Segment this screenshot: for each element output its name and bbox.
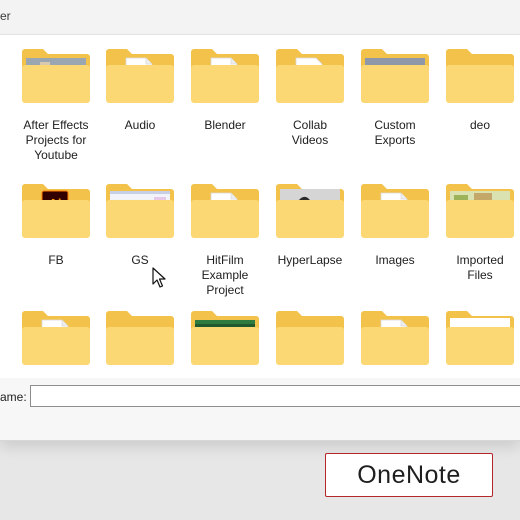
window-title: er: [0, 9, 11, 23]
dialog-footer: ame:: [0, 378, 520, 440]
folder-item[interactable]: Custom Exports: [353, 44, 437, 164]
folder-label: HitFilm Example Project: [201, 253, 249, 297]
folder-label: Images: [375, 253, 415, 267]
folder-icon: [446, 311, 514, 365]
folder-item[interactable]: [14, 306, 98, 379]
folder-item[interactable]: Audio: [98, 44, 182, 164]
folder-label: Imported Files: [456, 253, 504, 282]
folder-icon: [276, 184, 344, 238]
folder-icon: [22, 49, 90, 103]
folder-label: Blender: [204, 118, 246, 132]
folder-icon: [446, 49, 514, 103]
folder-icon: [106, 311, 174, 365]
filename-input[interactable]: [30, 385, 520, 407]
folder-item[interactable]: Blender: [183, 44, 267, 164]
folder-label: deo: [469, 118, 491, 132]
title-bar: er: [0, 0, 520, 35]
folder-item[interactable]: Imported Files: [438, 179, 520, 299]
folder-item[interactable]: After Effects Projects for Youtube: [14, 44, 98, 164]
folder-icon: [361, 49, 429, 103]
folder-icon: [361, 311, 429, 365]
folder-label: Custom Exports: [374, 118, 416, 147]
folder-item[interactable]: Collab Videos: [268, 44, 352, 164]
folder-grid: After Effects Projects for Youtube Audio B…: [0, 44, 520, 379]
folder-item[interactable]: [353, 306, 437, 379]
folder-icon: [446, 184, 514, 238]
folder-icon: [22, 311, 90, 365]
folder-label: GS: [131, 253, 149, 267]
folder-icon: [276, 49, 344, 103]
folder-icon: [106, 49, 174, 103]
folder-item[interactable]: Images: [353, 179, 437, 299]
filename-label: ame:: [0, 390, 27, 404]
folder-icon: Ai: [22, 184, 90, 238]
folder-icon: [106, 184, 174, 238]
folder-icon: [191, 184, 259, 238]
folder-icon: [191, 311, 259, 365]
folder-item[interactable]: GS: [98, 179, 182, 299]
save-dialog: er After Effects Projects for Youtube Aud…: [0, 0, 520, 441]
folder-item[interactable]: HitFilm Example Project: [183, 179, 267, 299]
folder-label: Audio: [124, 118, 156, 132]
folder-label: FB: [48, 253, 64, 267]
folder-label: HyperLapse: [277, 253, 343, 267]
mouse-cursor-icon: [152, 267, 166, 288]
folder-icon: [361, 184, 429, 238]
folder-icon: [191, 49, 259, 103]
folder-icon: [276, 311, 344, 365]
folder-item[interactable]: [98, 306, 182, 379]
folder-item[interactable]: [268, 306, 352, 379]
folder-item[interactable]: [183, 306, 267, 379]
folder-item[interactable]: deo: [438, 44, 520, 164]
folder-item[interactable]: [438, 306, 520, 379]
onenote-watermark: OneNote: [325, 453, 493, 497]
folder-item[interactable]: Ai FB: [14, 179, 98, 299]
folder-label: Collab Videos: [291, 118, 329, 147]
folder-label: After Effects Projects for Youtube: [23, 118, 89, 162]
folder-item[interactable]: HyperLapse: [268, 179, 352, 299]
